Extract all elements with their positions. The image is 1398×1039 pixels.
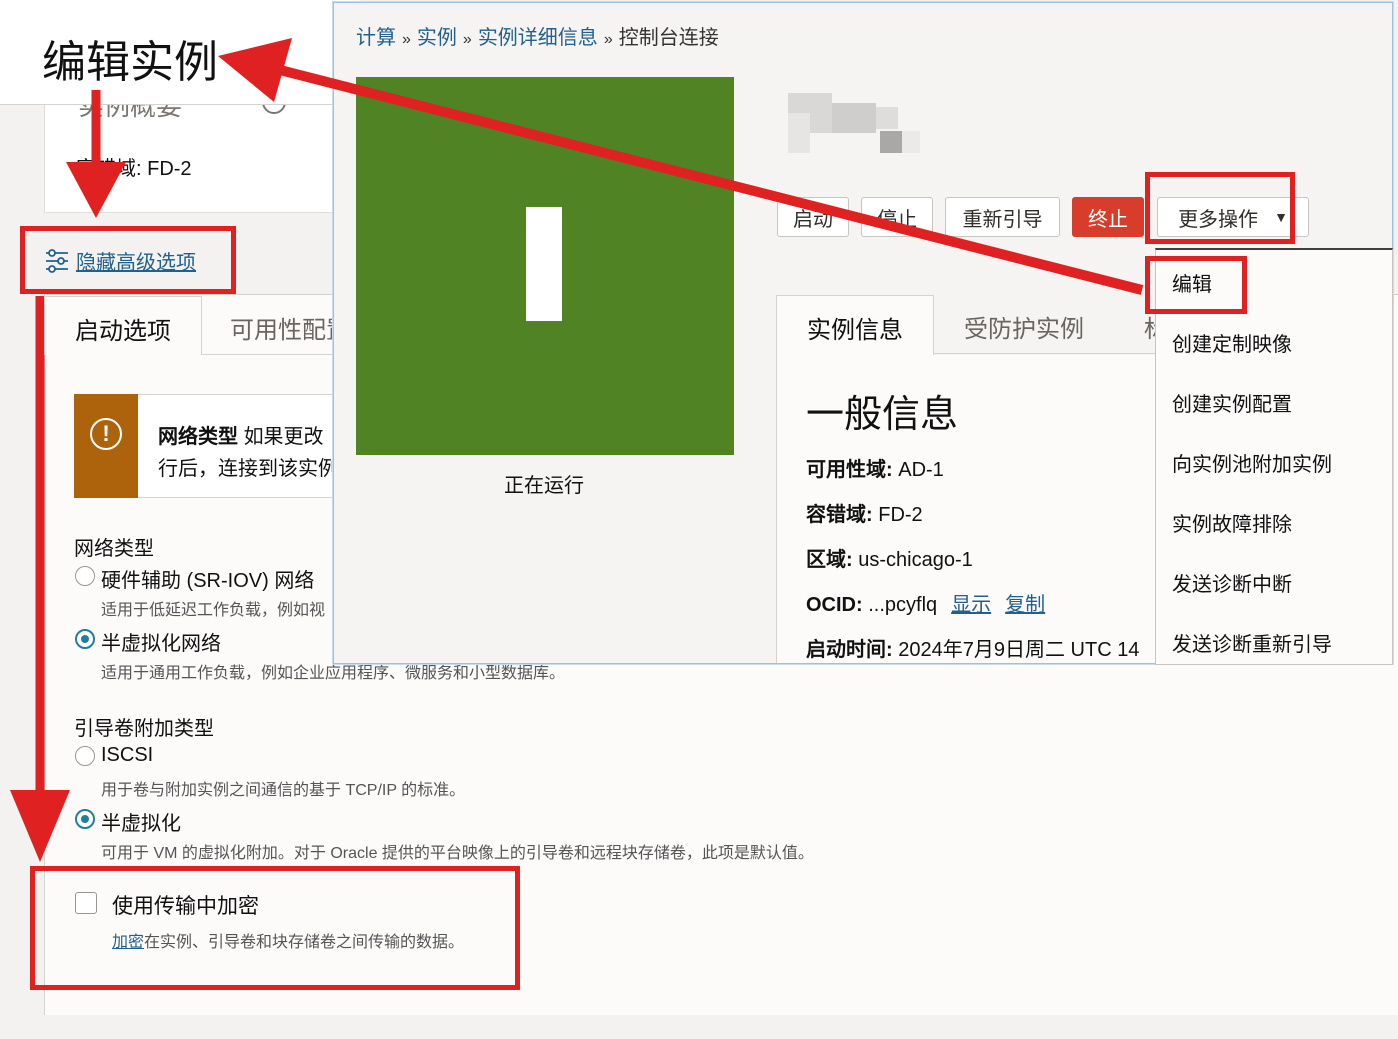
- tab-launch-options[interactable]: 启动选项: [44, 296, 202, 355]
- arrowhead-down-2: [10, 790, 70, 862]
- tab-label: 启动选项: [75, 318, 171, 345]
- annotation-arrows: [10, 38, 1144, 862]
- arrow-edit-to-title: [278, 65, 1144, 295]
- arrowhead-left: [218, 38, 292, 102]
- arrowhead-down-1: [66, 162, 126, 218]
